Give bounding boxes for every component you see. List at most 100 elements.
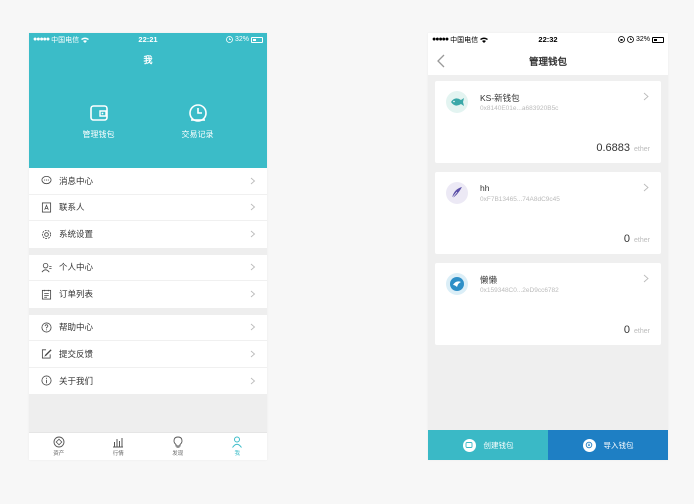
chart-icon bbox=[113, 438, 124, 448]
menu-item-contacts[interactable]: 联系人 bbox=[29, 195, 267, 221]
import-wallet-button[interactable]: 导入钱包 bbox=[548, 430, 668, 460]
signal-icon: ●●●●● bbox=[432, 36, 449, 43]
chevron-right-icon bbox=[643, 274, 649, 283]
wallet-balance: 0 bbox=[623, 324, 631, 336]
fish-avatar-icon bbox=[446, 91, 468, 113]
wallet-card[interactable]: KS-新钱包 0x8140E01e...a683920B5c 0.6883 et… bbox=[435, 81, 661, 163]
battery-percent: 32% bbox=[234, 36, 249, 43]
wallet-balance: 0.6883 bbox=[596, 142, 631, 154]
wifi-icon bbox=[480, 37, 489, 43]
menu-item-label: 个人中心 bbox=[59, 262, 94, 273]
menu-item-settings[interactable]: 系统设置 bbox=[29, 221, 267, 248]
battery-percent: 32% bbox=[635, 36, 650, 43]
page-title: 我 bbox=[143, 55, 153, 65]
signal-icon: ●●●●● bbox=[33, 36, 50, 43]
manage-wallet-button[interactable]: 管理钱包 bbox=[59, 103, 139, 140]
chevron-right-icon bbox=[250, 263, 256, 271]
menu-item-help[interactable]: 帮助中心 bbox=[29, 315, 267, 341]
alarm-icon bbox=[627, 36, 634, 43]
wallet-list: KS-新钱包 0x8140E01e...a683920B5c 0.6883 et… bbox=[428, 75, 668, 345]
wifi-icon bbox=[81, 37, 90, 43]
create-wallet-label: 创建钱包 bbox=[483, 440, 514, 450]
chevron-right-icon bbox=[250, 323, 256, 331]
import-wallet-label: 导入钱包 bbox=[603, 440, 634, 450]
menu-group-2: 个人中心 订单列表 bbox=[29, 254, 267, 308]
menu-item-label: 订单列表 bbox=[59, 289, 94, 300]
import-wallet-icon bbox=[582, 438, 596, 452]
status-bar: ●●●●● 中国电信 22:32 32% bbox=[428, 33, 668, 46]
menu-item-about[interactable]: 关于我们 bbox=[29, 368, 267, 395]
carrier-label: 中国电信 bbox=[450, 36, 479, 44]
battery-icon bbox=[251, 36, 263, 43]
menu-item-label: 帮助中心 bbox=[59, 322, 94, 333]
alarm-icon bbox=[226, 36, 233, 43]
tab-label: 我 bbox=[234, 451, 240, 457]
menu-item-label: 提交反馈 bbox=[59, 348, 94, 359]
carrier-label: 中国电信 bbox=[51, 36, 80, 44]
menu-item-messages[interactable]: 消息中心 bbox=[29, 168, 267, 195]
chevron-right-icon bbox=[250, 177, 256, 185]
menu-group-3: 帮助中心 提交反馈 关于我们 bbox=[29, 314, 267, 395]
wallet-unit: ether bbox=[634, 237, 650, 244]
menu-item-profile[interactable]: 个人中心 bbox=[29, 255, 267, 281]
bird-avatar-icon bbox=[446, 273, 468, 295]
gear-icon bbox=[40, 228, 52, 240]
clipboard-icon bbox=[40, 288, 52, 300]
wallet-card[interactable]: 懒懒 0x159348C0...2eD9cc6782 0 ether bbox=[435, 263, 661, 345]
chevron-right-icon bbox=[250, 350, 256, 358]
chevron-right-icon bbox=[250, 290, 256, 298]
info-icon bbox=[40, 375, 52, 387]
menu-item-label: 关于我们 bbox=[59, 375, 94, 386]
status-time: 22:32 bbox=[538, 35, 558, 44]
message-icon bbox=[40, 175, 52, 187]
edit-icon bbox=[40, 348, 52, 360]
create-wallet-icon bbox=[462, 438, 476, 452]
transaction-history-label: 交易记录 bbox=[181, 130, 214, 139]
user-icon bbox=[40, 261, 52, 273]
help-icon bbox=[40, 321, 52, 333]
wallet-name: hh bbox=[480, 183, 490, 193]
profile-screen: ●●●●● 中国电信 22:21 32% 我 管理钱包 交易记录 消息中心 联系… bbox=[29, 33, 267, 460]
wallet-balance: 0 bbox=[623, 233, 631, 245]
back-arrow-icon[interactable] bbox=[436, 54, 446, 68]
asset-icon bbox=[53, 436, 65, 448]
wallet-address: 0xF7B13465...74A8dC9c45 bbox=[480, 196, 560, 203]
wallet-name: KS-新钱包 bbox=[480, 93, 520, 103]
tab-market[interactable]: 行情 bbox=[89, 433, 149, 460]
tab-bar: 资产 行情 发现 我 bbox=[29, 432, 267, 460]
battery-icon bbox=[652, 36, 664, 43]
menu-item-label: 联系人 bbox=[59, 202, 85, 213]
tab-assets[interactable]: 资产 bbox=[29, 433, 89, 460]
wallet-unit: ether bbox=[634, 328, 650, 335]
manage-wallet-label: 管理钱包 bbox=[82, 130, 115, 139]
lock-rotation-icon bbox=[618, 36, 625, 43]
status-bar: ●●●●● 中国电信 22:21 32% bbox=[29, 33, 267, 46]
person-icon bbox=[232, 436, 243, 448]
menu-item-label: 消息中心 bbox=[59, 175, 94, 186]
bulb-icon bbox=[173, 436, 183, 448]
feather-avatar-icon bbox=[446, 182, 468, 204]
chevron-right-icon bbox=[643, 92, 649, 101]
chevron-right-icon bbox=[250, 377, 256, 385]
tab-label: 发现 bbox=[172, 451, 184, 457]
wallet-card[interactable]: hh 0xF7B13465...74A8dC9c45 0 ether bbox=[435, 172, 661, 254]
wallet-unit: ether bbox=[634, 146, 650, 153]
tab-label: 行情 bbox=[112, 451, 124, 457]
create-wallet-button[interactable]: 创建钱包 bbox=[428, 430, 548, 460]
profile-header: ●●●●● 中国电信 22:21 32% 我 管理钱包 交易记录 bbox=[29, 33, 267, 168]
menu-group-1: 消息中心 联系人 系统设置 bbox=[29, 168, 267, 248]
clock-icon bbox=[188, 104, 207, 122]
wallet-address: 0x8140E01e...a683920B5c bbox=[480, 105, 559, 112]
chevron-right-icon bbox=[250, 203, 256, 211]
page-title: 管理钱包 bbox=[528, 56, 567, 68]
chevron-right-icon bbox=[250, 230, 256, 238]
tab-discover[interactable]: 发现 bbox=[148, 433, 208, 460]
wallet-address: 0x159348C0...2eD9cc6782 bbox=[480, 287, 559, 294]
chevron-right-icon bbox=[643, 183, 649, 192]
transaction-history-button[interactable]: 交易记录 bbox=[158, 103, 238, 140]
wallet-icon bbox=[89, 105, 108, 121]
tab-label: 资产 bbox=[53, 451, 65, 457]
tab-me[interactable]: 我 bbox=[208, 433, 268, 460]
menu-item-orders[interactable]: 订单列表 bbox=[29, 281, 267, 308]
menu-item-feedback[interactable]: 提交反馈 bbox=[29, 341, 267, 368]
